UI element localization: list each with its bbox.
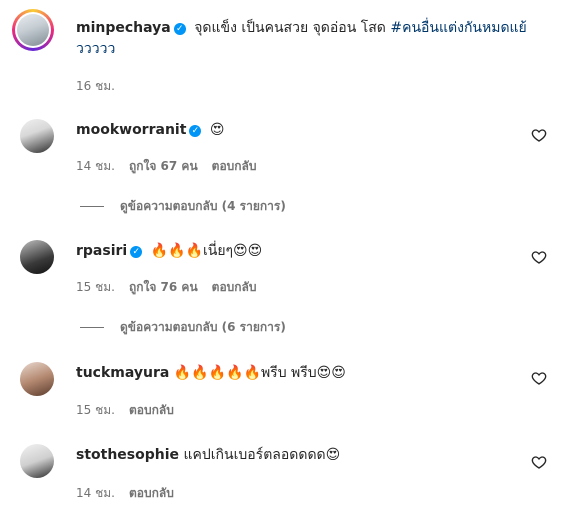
post-time[interactable]: 16 ชม. <box>76 79 115 93</box>
comment-username[interactable]: mookworranit <box>76 122 186 138</box>
comment-body: tuckmayura 🔥🔥🔥🔥🔥พรีบ พรีบ😍😍 <box>76 363 346 383</box>
heart-outline-icon[interactable] <box>531 127 547 143</box>
comment-body: stothesophie แคปเกินเบอร์ตลอดดดด😍 <box>76 445 340 465</box>
verified-badge-icon: ✓ <box>173 23 186 35</box>
comment-text: 🔥🔥🔥เนี่ยๆ😍😍 <box>150 243 263 259</box>
comment-text: แคปเกินเบอร์ตลอดดดด😍 <box>183 447 341 463</box>
verified-badge-icon: ✓ <box>189 125 202 137</box>
post-caption: minpechaya ✓ จุดแข็ง เป็นคนสวย จุดอ่อน โส… <box>76 18 527 38</box>
comment-time[interactable]: 15 ชม. <box>76 403 115 417</box>
post-meta: 16 ชม. <box>76 78 129 94</box>
comment-avatar[interactable] <box>20 119 54 153</box>
heart-outline-icon[interactable] <box>531 454 547 470</box>
post-username[interactable]: minpechaya <box>76 20 171 36</box>
comment-username[interactable]: tuckmayura <box>76 365 169 381</box>
comment-avatar[interactable] <box>20 444 54 478</box>
comment-meta: 14 ชม. ตอบกลับ <box>76 485 188 501</box>
reply-button[interactable]: ตอบกลับ <box>212 159 257 173</box>
comment-meta: 14 ชม. ถูกใจ 67 คน ตอบกลับ <box>76 158 271 174</box>
comment-likes[interactable]: ถูกใจ 67 คน <box>129 159 198 173</box>
comment-avatar[interactable] <box>20 362 54 396</box>
comment-likes[interactable]: ถูกใจ 76 คน <box>129 280 198 294</box>
comment-text: 🔥🔥🔥🔥🔥พรีบ พรีบ😍😍 <box>173 365 346 381</box>
heart-outline-icon[interactable] <box>531 370 547 386</box>
view-replies-button[interactable]: ดูข้อความตอบกลับ (6 รายการ) <box>80 319 286 335</box>
replies-divider <box>80 327 104 328</box>
caption-text: จุดแข็ง เป็นคนสวย จุดอ่อน โสด <box>194 20 386 36</box>
comment-avatar[interactable] <box>20 240 54 274</box>
comment-meta: 15 ชม. ตอบกลับ <box>76 402 188 418</box>
replies-divider <box>80 206 104 207</box>
reply-button[interactable]: ตอบกลับ <box>129 403 174 417</box>
comment-time[interactable]: 14 ชม. <box>76 486 115 500</box>
post-author-avatar[interactable] <box>12 9 54 51</box>
comment-body: mookworranit ✓ 😍 <box>76 120 224 140</box>
comment-username[interactable]: stothesophie <box>76 447 179 463</box>
reply-button[interactable]: ตอบกลับ <box>212 280 257 294</box>
comment-text: 😍 <box>209 122 225 138</box>
view-replies-label[interactable]: ดูข้อความตอบกลับ (6 รายการ) <box>120 320 286 334</box>
view-replies-label[interactable]: ดูข้อความตอบกลับ (4 รายการ) <box>120 199 286 213</box>
verified-badge-icon: ✓ <box>130 246 143 258</box>
caption-hashtag[interactable]: #คนอื่นแต่งกันหมดแย้ <box>390 20 526 36</box>
comment-time[interactable]: 15 ชม. <box>76 280 115 294</box>
caption-hashtag-continued[interactable]: ววววว <box>76 41 115 57</box>
comment-username[interactable]: rpasiri <box>76 243 127 259</box>
post-caption-wrap: ววววว <box>76 39 115 59</box>
heart-outline-icon[interactable] <box>531 249 547 265</box>
comment-meta: 15 ชม. ถูกใจ 76 คน ตอบกลับ <box>76 279 271 295</box>
reply-button[interactable]: ตอบกลับ <box>129 486 174 500</box>
comment-time[interactable]: 14 ชม. <box>76 159 115 173</box>
view-replies-button[interactable]: ดูข้อความตอบกลับ (4 รายการ) <box>80 198 286 214</box>
comment-body: rpasiri ✓ 🔥🔥🔥เนี่ยๆ😍😍 <box>76 241 262 261</box>
